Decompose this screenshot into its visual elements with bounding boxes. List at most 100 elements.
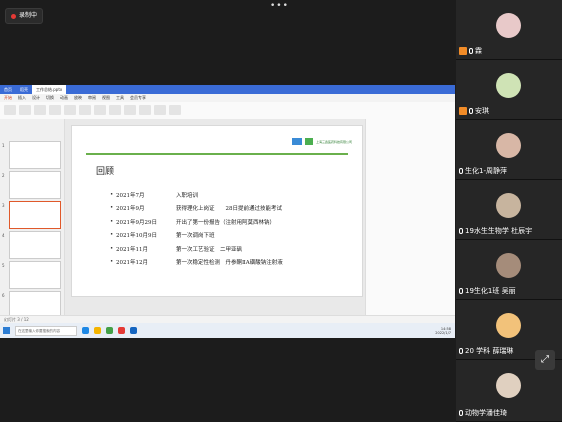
participant-tile[interactable]: 霖 bbox=[456, 0, 562, 60]
participant-tile[interactable]: 安琪 bbox=[456, 60, 562, 120]
slide-canvas: 上海三鑫医药科技有限公司 回顾 • 2021年7月 入职培训 • 2021年9月 获得理… bbox=[65, 119, 365, 315]
thumbnail-number: 4 bbox=[2, 233, 5, 238]
app-titlebar: 首页 稻壳 工作总结.pptx bbox=[0, 85, 455, 94]
ribbon-tab-insert[interactable]: 插入 bbox=[18, 94, 26, 102]
ribbon-tab-bar: 开始 插入 设计 切换 动画 放映 审阅 视图 工具 会员专享 bbox=[0, 94, 455, 102]
wps-icon[interactable] bbox=[118, 327, 125, 334]
company-name: 上海三鑫医药科技有限公司 bbox=[315, 139, 352, 144]
host-icon bbox=[459, 47, 467, 55]
timeline-date: 2021年9月29日 bbox=[116, 219, 157, 226]
logo-mark-icon bbox=[304, 138, 313, 145]
ribbon-tab-transition[interactable]: 切换 bbox=[46, 94, 54, 102]
slide-thumbnail[interactable] bbox=[9, 231, 61, 259]
timeline-item: • 2021年7月 入职培训 bbox=[110, 191, 199, 199]
ribbon-tool-button[interactable] bbox=[139, 105, 151, 115]
timeline-text: 获得理化上岗证 28日提前通过技能考试 bbox=[176, 206, 282, 213]
timeline-text: 开出了第一份报告（注射用阿莫西林钠） bbox=[176, 219, 276, 226]
ribbon-tab-animation[interactable]: 动画 bbox=[60, 94, 68, 102]
timeline-text: 第一次调岗下班 bbox=[176, 233, 215, 240]
company-logo: 上海三鑫医药科技有限公司 bbox=[291, 138, 352, 145]
participant-name: 19生化1班 吴丽 bbox=[465, 287, 516, 295]
edge-icon[interactable] bbox=[82, 327, 89, 334]
taskbar-search-input[interactable]: 在这里输入你要搜索的内容 bbox=[15, 325, 77, 336]
slide-thumbnail[interactable] bbox=[9, 141, 61, 169]
thumbnail-number: 1 bbox=[2, 143, 5, 148]
timeline-item: • 2021年10月9日 第一次调岗下班 bbox=[110, 232, 215, 240]
timeline-text: 第一次稳定性检测 丹参酮ⅡA磺酸钠注射液 bbox=[176, 260, 283, 267]
avatar bbox=[496, 313, 521, 338]
host-icon bbox=[459, 107, 467, 115]
thumbnail-number: 5 bbox=[2, 263, 5, 268]
ribbon-tool-button[interactable] bbox=[109, 105, 121, 115]
word-icon[interactable] bbox=[130, 327, 137, 334]
slide-thumbnail-selected[interactable] bbox=[9, 201, 61, 229]
ribbon-toolbar bbox=[0, 102, 455, 120]
timeline-date: 2021年11月 bbox=[116, 246, 148, 253]
taskbar-clock: 14:58 2022/1/7 bbox=[435, 327, 455, 335]
folder-icon[interactable] bbox=[94, 327, 101, 334]
timeline-date: 2021年10月9日 bbox=[116, 233, 157, 240]
participant-name: 19水生生物学 杜辰宇 bbox=[465, 227, 533, 235]
avatar bbox=[496, 13, 521, 38]
slide-counter: 幻灯片 3 / 12 bbox=[4, 317, 29, 322]
ribbon-tab-review[interactable]: 审阅 bbox=[88, 94, 96, 102]
participant-tile[interactable]: 19水生生物学 杜辰宇 bbox=[456, 180, 562, 240]
ribbon-tab-slideshow[interactable]: 放映 bbox=[74, 94, 82, 102]
timeline-item: • 2021年9月29日 开出了第一份报告（注射用阿莫西林钠） bbox=[110, 218, 276, 226]
task-pane bbox=[365, 119, 455, 315]
windows-taskbar: 在这里输入你要搜索的内容 14:58 2022/1/7 bbox=[0, 323, 455, 338]
tab-docer[interactable]: 稻壳 bbox=[16, 85, 32, 94]
timeline-item: • 2021年12月 第一次稳定性检测 丹参酮ⅡA磺酸钠注射液 bbox=[110, 259, 283, 267]
avatar bbox=[496, 253, 521, 278]
slide-thumbnail-pane: 1 2 3 4 5 6 bbox=[0, 119, 65, 319]
ribbon-tab-start[interactable]: 开始 bbox=[4, 94, 12, 102]
mic-icon bbox=[459, 168, 463, 174]
ribbon-tool-button[interactable] bbox=[94, 105, 106, 115]
timeline-date: 2021年9月 bbox=[116, 206, 145, 213]
ribbon-tab-view[interactable]: 视图 bbox=[102, 94, 110, 102]
ribbon-tool-button[interactable] bbox=[154, 105, 166, 115]
timeline-date: 2021年12月 bbox=[116, 260, 148, 267]
ribbon-tool-button[interactable] bbox=[79, 105, 91, 115]
slide-thumbnail[interactable] bbox=[9, 261, 61, 289]
ribbon-tab-design[interactable]: 设计 bbox=[32, 94, 40, 102]
avatar bbox=[496, 193, 521, 218]
timeline-text: 入职培训 bbox=[176, 192, 199, 199]
thumbnail-number: 3 bbox=[2, 203, 5, 208]
slide-thumbnail[interactable] bbox=[9, 171, 61, 199]
ribbon-tab-member[interactable]: 会员专享 bbox=[130, 94, 146, 102]
ribbon-tool-button[interactable] bbox=[34, 105, 46, 115]
participant-tile[interactable]: 19生化1班 吴丽 bbox=[456, 240, 562, 300]
ribbon-tool-button[interactable] bbox=[49, 105, 61, 115]
tab-document[interactable]: 工作总结.pptx bbox=[32, 85, 67, 94]
current-slide[interactable]: 上海三鑫医药科技有限公司 回顾 • 2021年7月 入职培训 • 2021年9月 获得理… bbox=[71, 125, 363, 297]
windows-start-icon[interactable] bbox=[3, 327, 10, 334]
record-dot-icon bbox=[11, 13, 16, 19]
participant-name: 霖 bbox=[475, 47, 482, 55]
mic-icon bbox=[459, 288, 463, 294]
more-options-button[interactable]: ••• bbox=[270, 1, 289, 11]
logo-mark-icon bbox=[291, 138, 302, 145]
recording-badge: 录制中 bbox=[5, 8, 44, 24]
participant-tile[interactable]: 生化1-周静萍 bbox=[456, 120, 562, 180]
mic-icon bbox=[459, 410, 463, 416]
tab-home[interactable]: 首页 bbox=[0, 85, 16, 94]
chrome-icon[interactable] bbox=[106, 327, 113, 334]
ribbon-tool-button[interactable] bbox=[4, 105, 16, 115]
timeline-text: 第一次工艺验证 二甲亚砜 bbox=[176, 246, 243, 253]
participant-name: 安琪 bbox=[475, 107, 489, 115]
timeline-date: 2021年7月 bbox=[116, 192, 145, 199]
header-divider bbox=[86, 153, 348, 155]
shared-screen-window: 首页 稻壳 工作总结.pptx 开始 插入 设计 切换 动画 放映 审阅 视图 … bbox=[0, 85, 455, 338]
clock-date: 2022/1/7 bbox=[435, 330, 451, 335]
ribbon-tool-button[interactable] bbox=[169, 105, 181, 115]
avatar bbox=[496, 373, 521, 398]
mic-icon bbox=[469, 108, 473, 114]
ribbon-tool-button[interactable] bbox=[124, 105, 136, 115]
ribbon-tab-tools[interactable]: 工具 bbox=[116, 94, 124, 102]
ribbon-tool-button[interactable] bbox=[19, 105, 31, 115]
status-bar: 幻灯片 3 / 12 bbox=[0, 315, 455, 323]
expand-icon[interactable]: ⤢ bbox=[535, 350, 555, 370]
ribbon-tool-button[interactable] bbox=[64, 105, 76, 115]
participant-name: 生化1-周静萍 bbox=[465, 167, 507, 175]
